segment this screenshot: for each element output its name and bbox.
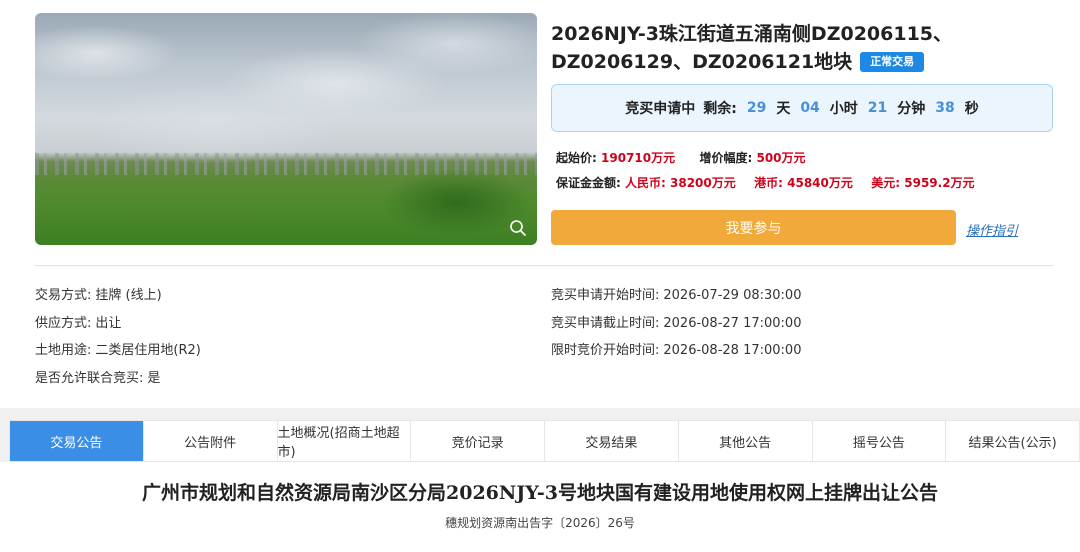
tab-other-notices[interactable]: 其他公告 — [679, 421, 813, 461]
detail-value: 挂牌 (线上) — [95, 288, 162, 303]
detail-label: 是否允许联合竞买: — [35, 370, 144, 386]
detail-row-joint-bid: 是否允许联合竞买: 是 — [35, 365, 201, 393]
detail-label: 土地用途: — [35, 343, 92, 358]
listing-card: 2026NJY-3珠江街道五涌南侧DZ0206115、DZ0206129、DZ0… — [0, 0, 1080, 408]
countdown-box: 竞买申请中 剩余: 29 天 04 小时 21 分钟 38 秒 — [551, 84, 1053, 132]
zoom-icon[interactable] — [509, 219, 527, 237]
countdown-hours: 04 — [800, 100, 820, 116]
photo-vegetation — [337, 163, 537, 245]
deposit-rmb-label: 人民币: — [625, 176, 666, 190]
tab-result-notice[interactable]: 结果公告(公示) — [946, 421, 1079, 461]
tab-bid-records[interactable]: 竞价记录 — [411, 421, 545, 461]
start-price-value: 190710万元 — [601, 151, 676, 165]
detail-label: 交易方式: — [35, 288, 92, 303]
deposit-hkd-label: 港币: — [754, 176, 783, 190]
detail-label: 竞买申请开始时间: — [551, 288, 660, 303]
deposit-label: 保证金金额: — [556, 176, 621, 190]
tab-land-overview[interactable]: 土地概况(招商土地超市) — [278, 421, 412, 461]
notice-title: 广州市规划和自然资源局南沙区分局2026NJY-3号地块国有建设用地使用权网上挂… — [142, 482, 938, 504]
countdown-days: 29 — [746, 100, 767, 116]
deposit-hkd-value: 45840万元 — [787, 176, 853, 190]
listing-title: 2026NJY-3珠江街道五涌南侧DZ0206115、DZ0206129、DZ0… — [551, 20, 971, 76]
countdown-minutes-unit: 分钟 — [897, 101, 926, 117]
countdown-days-unit: 天 — [776, 101, 791, 117]
detail-value: 二类居住用地(R2) — [95, 343, 201, 358]
detail-row-trade-method: 交易方式: 挂牌 (线上) — [35, 282, 201, 310]
countdown-status: 竞买申请中 — [625, 101, 696, 117]
detail-label: 限时竞价开始时间: — [551, 343, 660, 358]
countdown-minutes: 21 — [867, 100, 888, 116]
detail-value: 是 — [147, 370, 161, 386]
increment-value: 500万元 — [756, 151, 806, 165]
deposit-usd-value: 5959.2万元 — [904, 176, 975, 190]
details-right: 竞买申请开始时间: 2026-07-29 08:30:00 竞买申请截止时间: 20… — [551, 282, 801, 365]
photo-sky — [35, 13, 537, 163]
detail-value: 2026-08-27 17:00:00 — [663, 315, 802, 331]
notice-doc-number: 穗规划资源南出告字〔2026〕26号 — [445, 516, 635, 530]
land-photo[interactable] — [35, 13, 537, 245]
join-button[interactable]: 我要参与 — [551, 210, 956, 245]
price-row: 起始价: 190710万元 增价幅度: 500万元 — [556, 149, 806, 166]
detail-row-apply-end: 竞买申请截止时间: 2026-08-27 17:00:00 — [551, 310, 801, 338]
increment-label: 增价幅度: — [699, 151, 753, 165]
detail-row-bid-start: 限时竞价开始时间: 2026-08-28 17:00:00 — [551, 337, 801, 365]
divider — [35, 265, 1053, 266]
detail-row-land-use: 土地用途: 二类居住用地(R2) — [35, 337, 201, 365]
deposit-rmb-value: 38200万元 — [670, 176, 736, 190]
details-left: 交易方式: 挂牌 (线上) 供应方式: 出让 土地用途: 二类居住用地(R2) 是否允… — [35, 282, 201, 392]
guide-link[interactable]: 操作指引 — [966, 220, 1018, 239]
status-badge: 正常交易 — [860, 52, 925, 72]
detail-label: 竞买申请截止时间: — [551, 315, 660, 331]
detail-label: 供应方式: — [35, 315, 92, 331]
countdown-seconds: 38 — [935, 100, 955, 116]
countdown-hours-unit: 小时 — [829, 101, 858, 117]
notice-section: 广州市规划和自然资源局南沙区分局2026NJY-3号地块国有建设用地使用权网上挂… — [0, 462, 1080, 552]
countdown-remaining-label: 剩余: — [703, 101, 737, 117]
start-price-label: 起始价: — [556, 151, 597, 165]
detail-value: 2026-07-29 08:30:00 — [663, 288, 802, 303]
detail-value: 出让 — [95, 315, 122, 331]
tab-trade-results[interactable]: 交易结果 — [545, 421, 679, 461]
detail-value: 2026-08-28 17:00:00 — [663, 343, 802, 358]
detail-row-apply-start: 竞买申请开始时间: 2026-07-29 08:30:00 — [551, 282, 801, 310]
tab-attachments[interactable]: 公告附件 — [144, 421, 278, 461]
countdown-seconds-unit: 秒 — [964, 101, 979, 117]
tab-bar: 交易公告 公告附件 土地概况(招商土地超市) 竞价记录 交易结果 其他公告 摇号… — [9, 420, 1080, 462]
deposit-row: 保证金金额: 人民币: 38200万元 港币: 45840万元 美元: 5959… — [556, 174, 975, 191]
tab-trade-notice[interactable]: 交易公告 — [10, 421, 144, 461]
deposit-usd-label: 美元: — [871, 176, 901, 190]
tab-lottery-notice[interactable]: 摇号公告 — [813, 421, 947, 461]
detail-row-supply-method: 供应方式: 出让 — [35, 310, 201, 338]
